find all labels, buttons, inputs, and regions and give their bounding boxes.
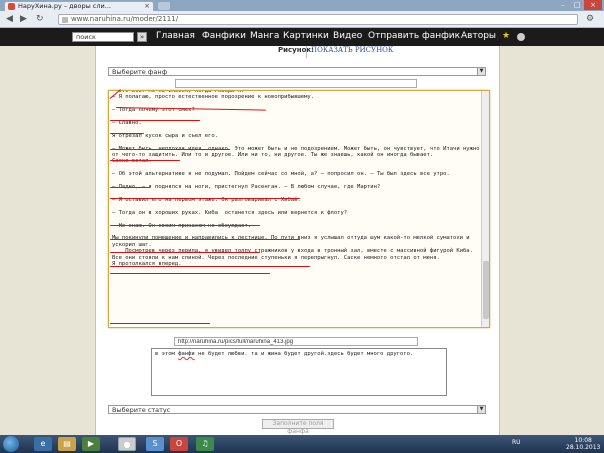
status-select[interactable]: Выберите статус ▼ bbox=[108, 405, 486, 414]
back-icon[interactable]: ◀ bbox=[6, 14, 13, 24]
nav-link-pictures[interactable]: Картинки bbox=[283, 31, 329, 41]
url-text: www.naruhina.ru/moder/2111/ bbox=[71, 15, 179, 23]
comment-textarea[interactable]: в этом фанфи не будет любви. та и жина б… bbox=[151, 348, 447, 396]
user-icon[interactable] bbox=[517, 33, 525, 41]
ie-icon[interactable]: e bbox=[34, 437, 52, 451]
text-paragraph: — Об этой альтернативе я не подумал. Пой… bbox=[112, 171, 450, 178]
divider bbox=[306, 46, 307, 58]
status-select-value: Выберите статус bbox=[112, 406, 171, 414]
submit-button[interactable]: Заполните поля фанфа bbox=[262, 419, 334, 435]
text-paragraph: — Может быть, неплохая идея, однако. Это… bbox=[112, 145, 480, 159]
search-button[interactable]: » bbox=[137, 32, 147, 42]
fanfic-select-value: Выберите фанф bbox=[112, 68, 168, 76]
star-icon[interactable]: ★ bbox=[502, 31, 510, 41]
chevron-down-icon: ▼ bbox=[477, 68, 485, 75]
new-tab-button[interactable] bbox=[158, 2, 170, 10]
search-input[interactable] bbox=[72, 32, 134, 42]
url-input[interactable]: www.naruhina.ru/moder/2111/ ☆ bbox=[58, 14, 578, 25]
comment-misspelled-word: фанфи bbox=[178, 351, 195, 357]
browser-tab[interactable]: НаруХина.ру – дворы сли... × bbox=[4, 1, 154, 11]
skype-icon[interactable]: S bbox=[146, 437, 164, 451]
page-icon bbox=[62, 17, 68, 23]
nav-link-submit-fanfic[interactable]: Отправить фанфик bbox=[368, 31, 460, 41]
comment-prefix: в этом bbox=[155, 351, 179, 357]
nav-link-video[interactable]: Видео bbox=[333, 31, 362, 41]
language-indicator[interactable]: RU bbox=[512, 439, 521, 446]
taskbar: e ▤ ▶ ● S O ♫ RU 10:08 28.10.2013 bbox=[0, 435, 604, 453]
picture-row: Рисунок: ПОКАЗАТЬ РИСУНОК bbox=[95, 46, 500, 58]
forward-icon[interactable]: ▶ bbox=[20, 14, 27, 24]
address-bar: ◀ ▶ ↻ www.naruhina.ru/moder/2111/ ☆ bbox=[0, 11, 604, 28]
scrollbar[interactable] bbox=[481, 91, 489, 327]
title-input[interactable] bbox=[175, 79, 417, 88]
browser-titlebar: НаруХина.ру – дворы сли... × – □ × bbox=[0, 0, 604, 11]
close-window-button[interactable]: × bbox=[584, 0, 602, 10]
nav-link-fanfics[interactable]: Фанфики bbox=[202, 31, 246, 41]
clock-date: 28.10.2013 bbox=[566, 444, 601, 451]
scrollbar-thumb[interactable] bbox=[483, 261, 489, 319]
text-paragraph: Мы покинули помещение и направились к ле… bbox=[112, 235, 470, 248]
chrome-icon[interactable]: ● bbox=[118, 437, 136, 451]
fanfic-text-area[interactable]: — Это все. Но не смейся, когда говорю я.… bbox=[108, 90, 490, 328]
fanfic-text: — Это все. Но не смейся, когда говорю я.… bbox=[112, 91, 480, 267]
wrench-icon[interactable]: ⚙ bbox=[586, 14, 594, 24]
media-player-icon[interactable]: ▶ bbox=[82, 437, 100, 451]
nav-link-home[interactable]: Главная bbox=[156, 31, 195, 41]
clock[interactable]: 10:08 28.10.2013 bbox=[566, 437, 600, 451]
reload-icon[interactable]: ↻ bbox=[36, 14, 44, 24]
opera-icon[interactable]: O bbox=[170, 437, 188, 451]
app-icon[interactable]: ♫ bbox=[196, 437, 214, 451]
fanfic-select[interactable]: Выберите фанф ▼ bbox=[108, 67, 486, 76]
site-nav: » Главная Фанфики Манга Картинки Видео О… bbox=[0, 28, 604, 46]
favicon-icon bbox=[8, 3, 15, 10]
text-paragraph: Посмотрев через перила, я увидел толпу с… bbox=[112, 248, 473, 261]
close-tab-icon[interactable]: × bbox=[144, 2, 150, 10]
image-url-input[interactable] bbox=[174, 337, 418, 346]
nav-link-authors[interactable]: Авторы bbox=[461, 31, 496, 41]
maximize-button[interactable]: □ bbox=[570, 0, 584, 10]
tab-title: НаруХина.ру – дворы сли... bbox=[18, 2, 111, 10]
comment-suffix: не будет любви. та и жина будет другой.з… bbox=[194, 351, 414, 357]
nav-link-manga[interactable]: Манга bbox=[250, 31, 279, 41]
folder-icon[interactable]: ▤ bbox=[58, 437, 76, 451]
minimize-button[interactable]: – bbox=[556, 0, 570, 10]
show-picture-link[interactable]: ПОКАЗАТЬ РИСУНОК bbox=[311, 46, 393, 54]
chevron-down-icon: ▼ bbox=[477, 406, 485, 413]
start-button[interactable] bbox=[3, 436, 19, 452]
clock-time: 10:08 bbox=[574, 437, 592, 444]
picture-label: Рисунок: bbox=[278, 46, 314, 54]
